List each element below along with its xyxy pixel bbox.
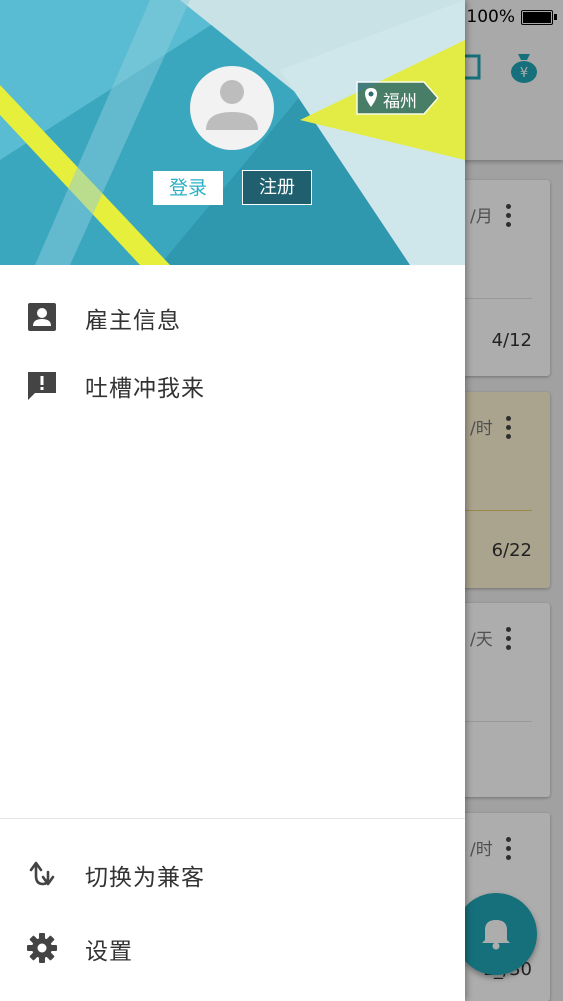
drawer-divider [0, 818, 465, 819]
menu-item-feedback[interactable]: 吐槽冲我来 [0, 354, 465, 414]
navigation-drawer: 福州 登录 注册 雇主信息 吐槽冲我来 切换为兼客 设置 [0, 0, 465, 1001]
avatar[interactable] [190, 66, 274, 150]
battery-percent: 100% [466, 7, 515, 27]
switch-arrows-icon [29, 861, 55, 886]
menu-item-switch-role[interactable]: 切换为兼客 [0, 843, 465, 903]
battery-icon [521, 9, 557, 25]
menu-item-label: 切换为兼客 [85, 865, 205, 891]
menu-item-settings[interactable]: 设置 [0, 917, 465, 977]
gear-icon [27, 933, 57, 963]
login-button[interactable]: 登录 [153, 171, 223, 205]
status-bar: 100% [466, 6, 557, 28]
menu-item-label: 设置 [85, 939, 133, 965]
drawer-header: 福州 登录 注册 [0, 0, 465, 265]
user-silhouette-icon [206, 80, 258, 130]
menu-item-label: 雇主信息 [85, 308, 181, 334]
menu-item-label: 吐槽冲我来 [85, 376, 205, 402]
menu-item-employer-info[interactable]: 雇主信息 [0, 286, 465, 346]
city-label: 福州 [383, 92, 417, 112]
register-button[interactable]: 注册 [242, 170, 312, 205]
feedback-icon [28, 372, 56, 400]
contact-card-icon [28, 303, 56, 331]
city-selector[interactable]: 福州 [356, 81, 440, 115]
